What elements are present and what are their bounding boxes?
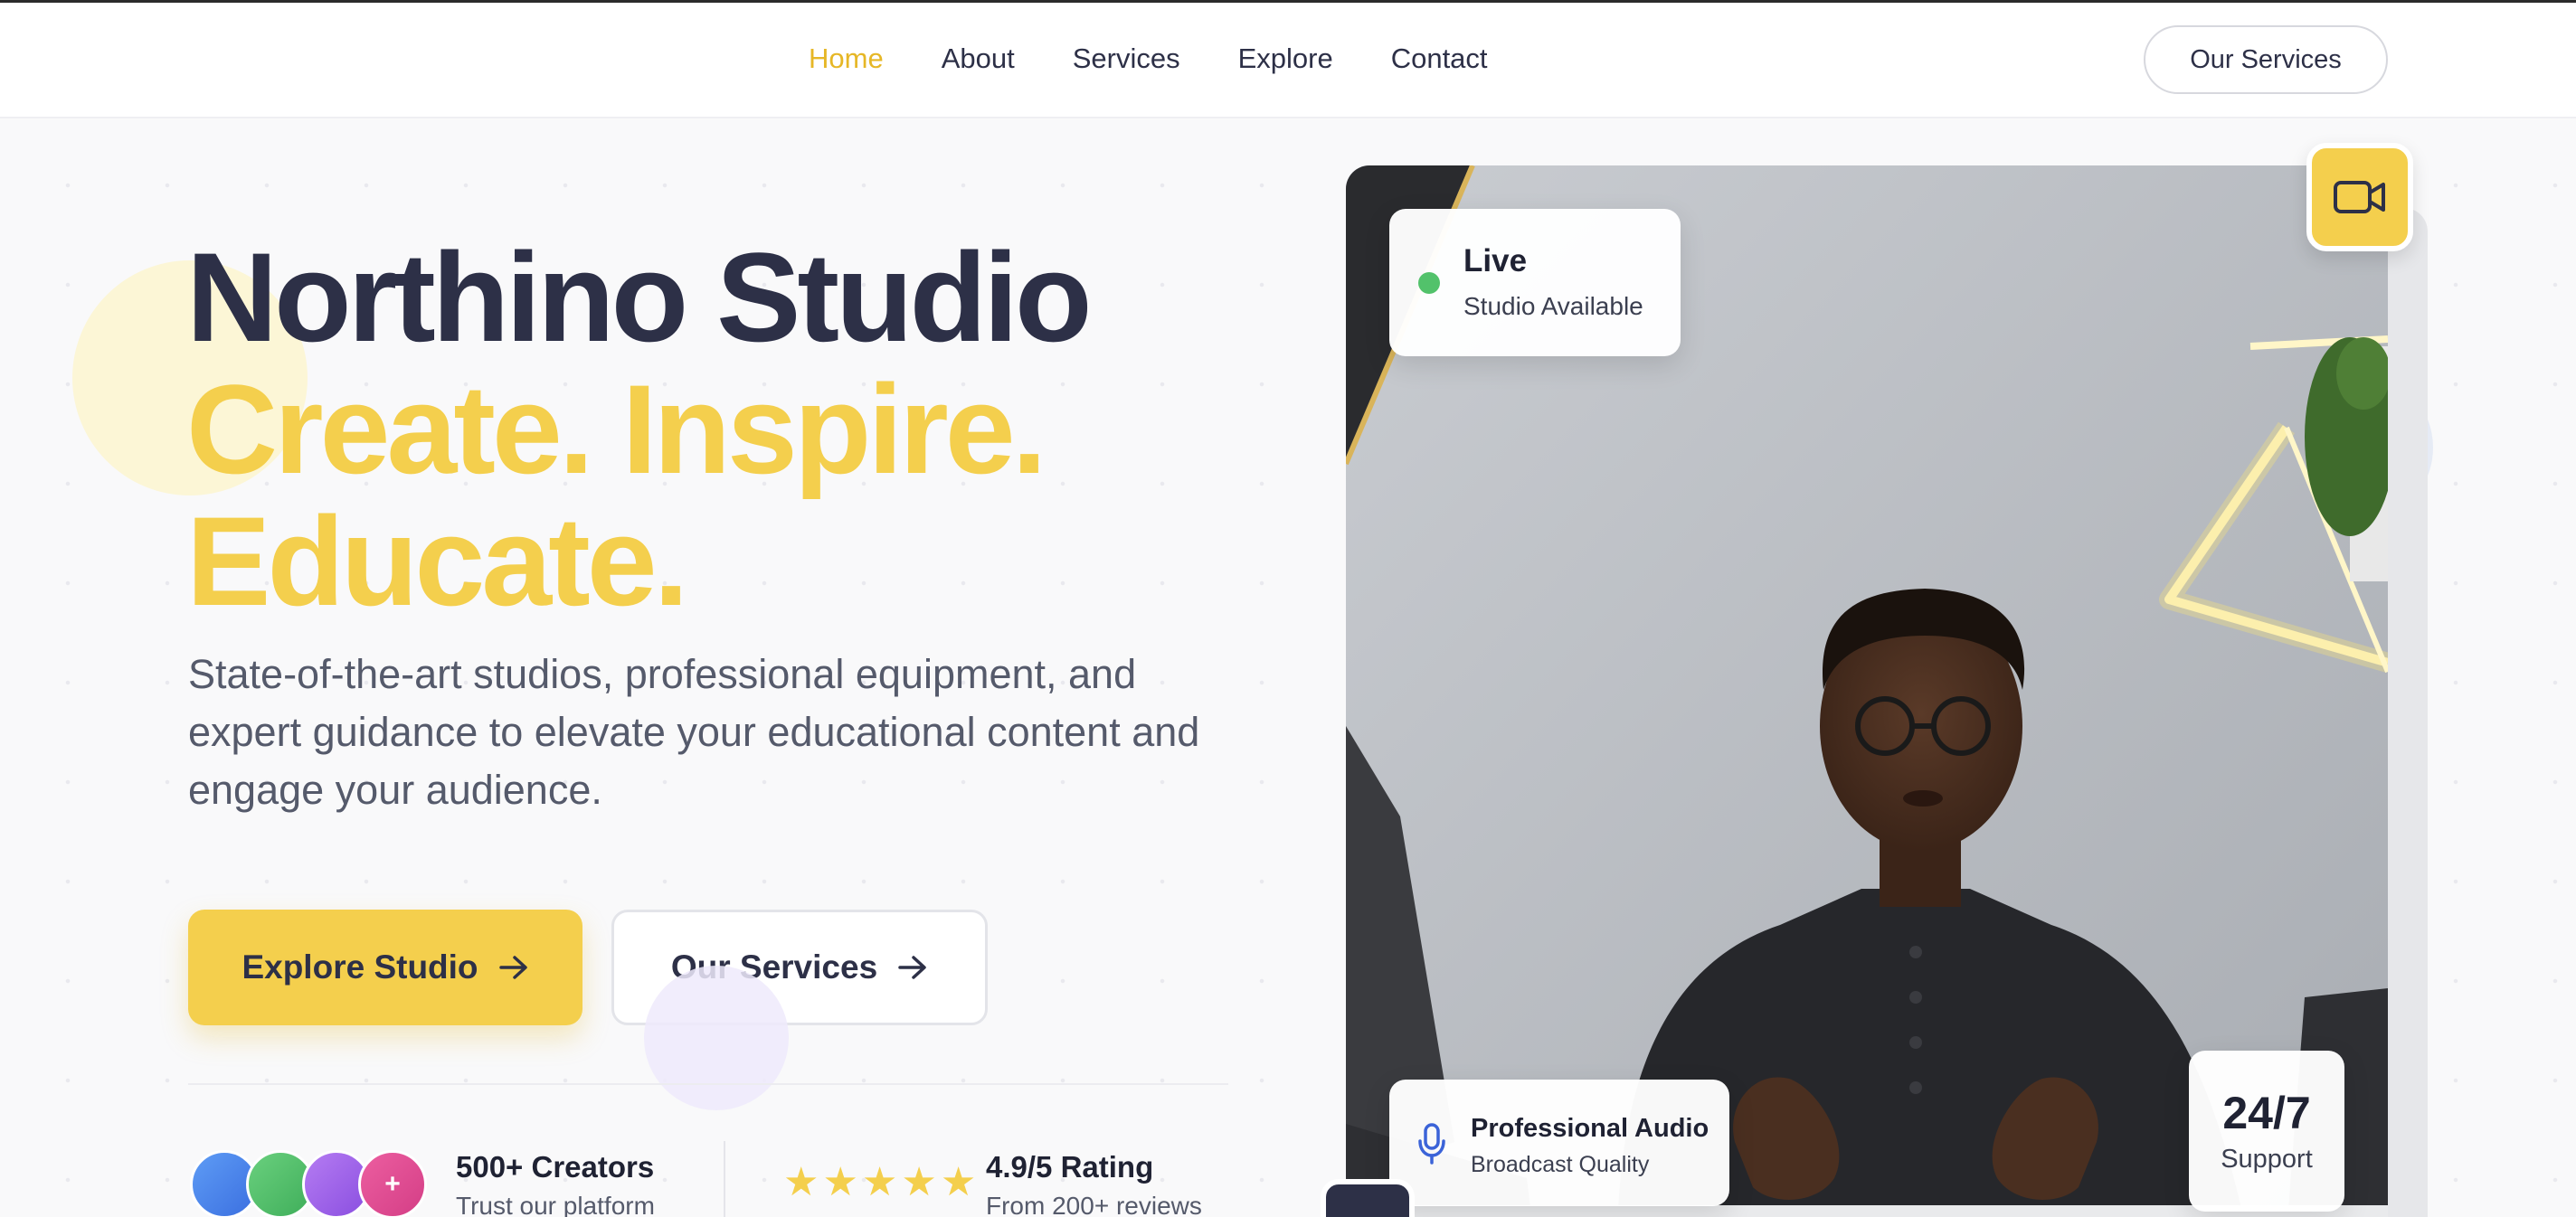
creators-count: 500+ Creators: [456, 1150, 655, 1184]
audio-card-title: Professional Audio: [1471, 1114, 1709, 1143]
star-icon: ★: [822, 1160, 858, 1204]
stats-divider: [188, 1083, 1228, 1085]
creators-caption: Trust our platform: [456, 1192, 655, 1217]
live-status-subtitle: Studio Available: [1463, 292, 1643, 320]
hero-description: State-of-the-art studios, professional e…: [188, 651, 1200, 813]
decorative-purple-circle: [644, 966, 789, 1110]
video-camera-icon: [2334, 181, 2385, 213]
hero-title-tagline-1: Create. Inspire.: [186, 358, 1047, 500]
explore-studio-label: Explore Studio: [242, 948, 478, 986]
star-icon: ★: [783, 1160, 819, 1204]
explore-studio-button[interactable]: Explore Studio: [188, 910, 582, 1025]
live-status-card: Live Studio Available: [1389, 209, 1681, 356]
stats-separator: [724, 1141, 725, 1217]
support-hours: 24/7: [2222, 1088, 2311, 1138]
star-icon: ★: [940, 1160, 977, 1204]
header-our-services-button[interactable]: Our Services: [2144, 25, 2388, 94]
main-nav: Home About Services Explore Contact: [809, 42, 1488, 75]
nav-about[interactable]: About: [942, 42, 1015, 75]
rating-caption: From 200+ reviews: [986, 1192, 1202, 1217]
hero-title: Northino Studio Create. Inspire. Educate…: [186, 231, 1290, 627]
audio-card-subtitle: Broadcast Quality: [1471, 1152, 1650, 1177]
rating-stars: ★ ★ ★ ★ ★: [783, 1163, 976, 1203]
arrow-right-icon: [498, 956, 527, 979]
nav-home[interactable]: Home: [809, 42, 884, 75]
video-camera-badge: [2306, 143, 2413, 251]
live-status-title: Live: [1463, 243, 1528, 278]
nav-services[interactable]: Services: [1073, 42, 1180, 75]
microphone-icon: [1418, 1123, 1445, 1165]
hero-title-tagline-2: Educate.: [186, 490, 689, 632]
live-indicator-dot: [1418, 272, 1440, 294]
rating-score: 4.9/5 Rating: [986, 1150, 1154, 1184]
nav-contact[interactable]: Contact: [1391, 42, 1488, 75]
star-icon: ★: [901, 1160, 937, 1204]
support-card: 24/7 Support: [2189, 1051, 2344, 1212]
professional-audio-card: Professional Audio Broadcast Quality: [1389, 1080, 1729, 1206]
support-label: Support: [2221, 1145, 2313, 1174]
arrow-right-icon: [898, 956, 926, 979]
avatar-more: +: [358, 1150, 427, 1217]
dark-feature-badge: [1321, 1179, 1415, 1217]
star-icon: ★: [861, 1160, 898, 1204]
hero-title-brand: Northino Studio: [186, 226, 1093, 368]
nav-explore[interactable]: Explore: [1238, 42, 1333, 75]
site-header: Home About Services Explore Contact Our …: [0, 3, 2576, 118]
